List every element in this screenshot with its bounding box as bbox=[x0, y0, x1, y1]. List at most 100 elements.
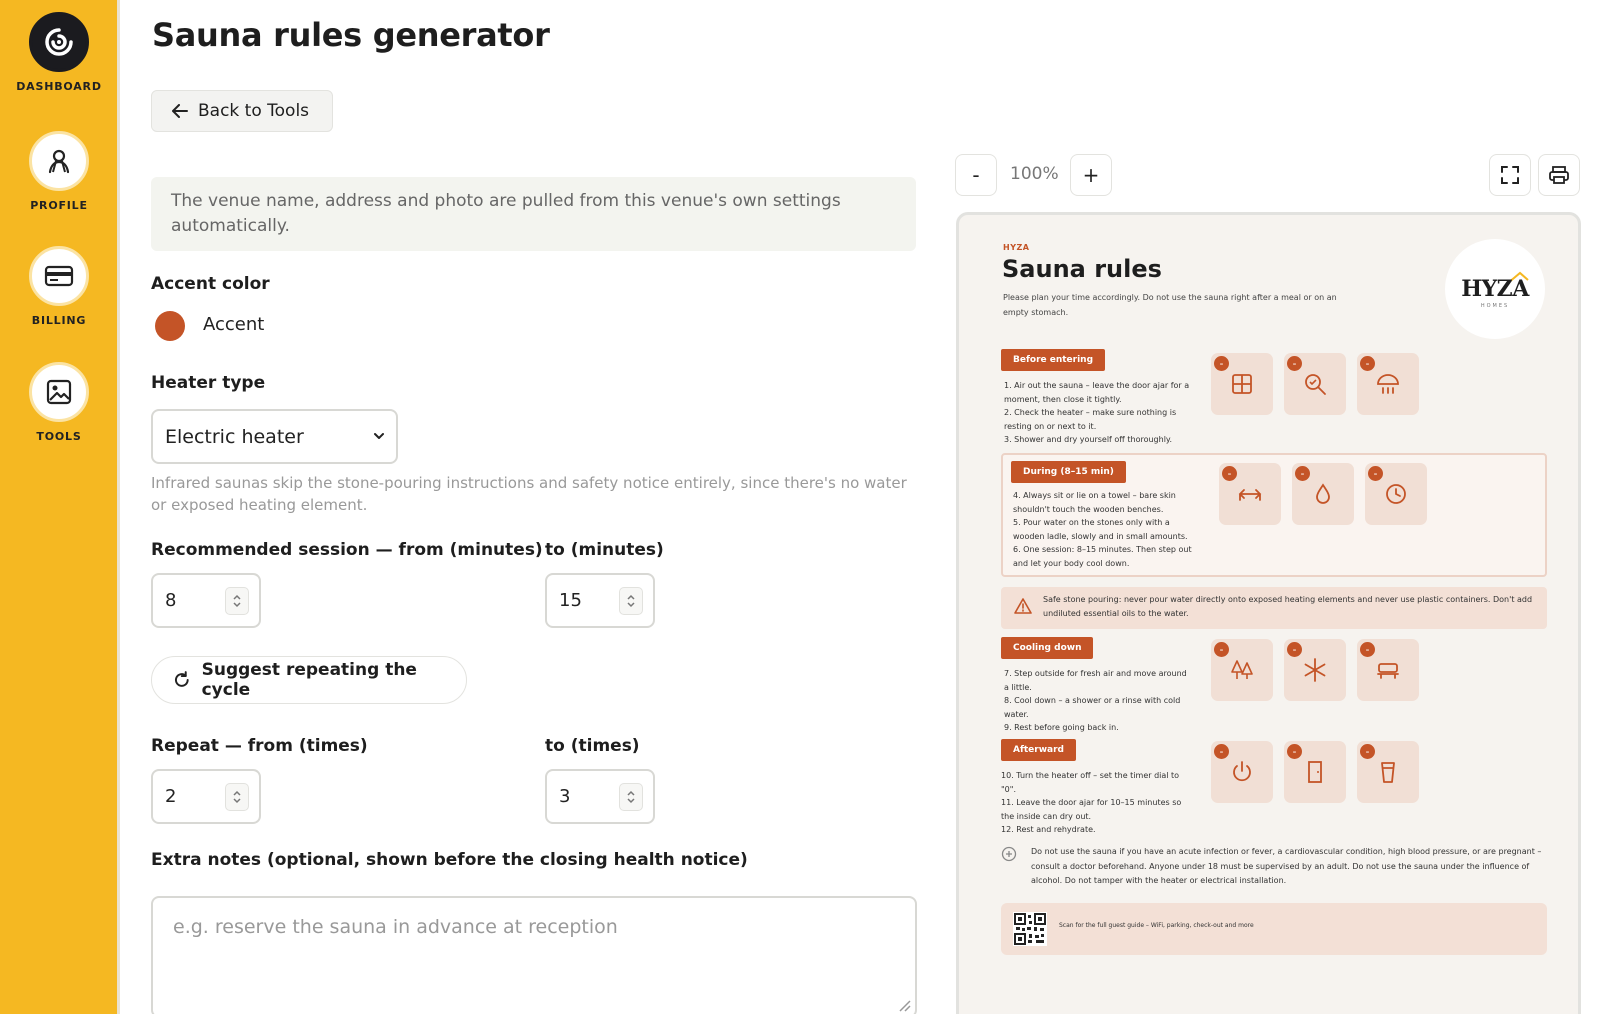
page-title: Sauna rules generator bbox=[152, 16, 550, 54]
section-tag: During (8–15 min) bbox=[1011, 461, 1126, 483]
sidebar-item-label: TOOLS bbox=[36, 430, 82, 443]
sidebar-item-profile[interactable]: PROFILE bbox=[0, 131, 118, 212]
sidebar-item-billing[interactable]: BILLING bbox=[0, 246, 118, 327]
section-tag: Afterward bbox=[1001, 739, 1076, 761]
extra-notes-placeholder: e.g. reserve the sauna in advance at rec… bbox=[173, 916, 618, 938]
refresh-icon bbox=[174, 671, 189, 687]
qr-caption: Scan for the full guest guide – WiFi, pa… bbox=[1059, 922, 1254, 929]
session-from-value: 8 bbox=[165, 590, 177, 611]
zoom-level: 100% bbox=[1010, 164, 1059, 184]
fullscreen-button[interactable] bbox=[1489, 154, 1531, 196]
minus-badge-icon: – bbox=[1287, 356, 1302, 371]
preview-section-before: Before entering 1. Air out the sauna – l… bbox=[1001, 349, 1547, 451]
list-item: 1. Air out the sauna – leave the door aj… bbox=[1004, 381, 1190, 404]
minus-badge-icon: – bbox=[1214, 642, 1229, 657]
preview-logo-text: HYZA bbox=[1461, 275, 1529, 302]
chevron-down-icon bbox=[374, 433, 384, 439]
repeat-from-label: Repeat — from (times) bbox=[151, 736, 368, 756]
session-to-value: 15 bbox=[559, 590, 582, 611]
list-item: 4. Always sit or lie on a towel – bare s… bbox=[1013, 491, 1176, 514]
fullscreen-icon bbox=[1501, 166, 1519, 184]
session-from-input[interactable]: 8 bbox=[151, 573, 261, 628]
minus-badge-icon: – bbox=[1360, 642, 1375, 657]
extra-notes-textarea[interactable]: e.g. reserve the sauna in advance at rec… bbox=[151, 896, 917, 1014]
heater-type-select[interactable]: Electric heater bbox=[151, 409, 398, 464]
sidebar-item-label: DASHBOARD bbox=[16, 80, 102, 93]
trees-icon: – bbox=[1211, 639, 1273, 701]
preview-section-afterward: Afterward 10. Turn the heater off – set … bbox=[1001, 739, 1547, 839]
print-button[interactable] bbox=[1538, 154, 1580, 196]
minus-badge-icon: – bbox=[1360, 744, 1375, 759]
printer-icon bbox=[1549, 166, 1569, 184]
bench-icon: – bbox=[1219, 463, 1281, 525]
number-stepper[interactable] bbox=[619, 783, 643, 811]
repeat-from-input[interactable]: 2 bbox=[151, 769, 261, 824]
water-drop-icon: – bbox=[1292, 463, 1354, 525]
section-list: 10. Turn the heater off – set the timer … bbox=[1001, 769, 1191, 837]
preview-logo-small: HOMES bbox=[1480, 302, 1510, 309]
list-item: 8. Cool down – a shower or a rinse with … bbox=[1004, 696, 1181, 719]
image-icon bbox=[29, 362, 89, 422]
qr-code-icon bbox=[1013, 912, 1047, 946]
accent-color-swatch[interactable] bbox=[155, 311, 185, 341]
info-icon bbox=[1001, 846, 1017, 862]
credit-card-icon bbox=[29, 246, 89, 306]
number-stepper[interactable] bbox=[619, 587, 643, 615]
preview-sheet: HYZA Sauna rules Please plan your time a… bbox=[956, 212, 1581, 1014]
list-item: 9. Rest before going back in. bbox=[1004, 723, 1119, 732]
arrow-left-icon bbox=[172, 104, 188, 118]
sidebar: DASHBOARD PROFILE BILLING TOOLS bbox=[0, 0, 120, 1014]
back-button-label: Back to Tools bbox=[198, 101, 310, 121]
dashboard-logo-icon bbox=[29, 12, 89, 72]
chevron-down-icon bbox=[627, 798, 635, 804]
extra-notes-label: Extra notes (optional, shown before the … bbox=[151, 850, 748, 870]
minus-badge-icon: – bbox=[1287, 642, 1302, 657]
sidebar-item-dashboard[interactable]: DASHBOARD bbox=[0, 12, 118, 93]
chevron-down-icon bbox=[233, 602, 241, 608]
lounger-icon: – bbox=[1357, 639, 1419, 701]
list-item: 6. One session: 8–15 minutes. Then step … bbox=[1013, 545, 1192, 568]
list-item: 12. Rest and rehydrate. bbox=[1001, 825, 1096, 834]
number-stepper[interactable] bbox=[225, 783, 249, 811]
suggest-repeat-label: Suggest repeating the cycle bbox=[201, 660, 417, 700]
heater-type-value: Electric heater bbox=[165, 425, 304, 448]
zoom-in-button[interactable]: + bbox=[1070, 154, 1112, 196]
accent-color-label: Accent color bbox=[151, 274, 270, 294]
minus-badge-icon: – bbox=[1214, 356, 1229, 371]
session-from-label: Recommended session — from (minutes) bbox=[151, 540, 543, 560]
preview-subtitle: Please plan your time accordingly. Do no… bbox=[1003, 293, 1337, 317]
repeat-to-label: to (times) bbox=[545, 736, 640, 756]
minus-badge-icon: – bbox=[1287, 744, 1302, 759]
chevron-up-icon bbox=[627, 594, 635, 600]
power-icon: – bbox=[1211, 741, 1273, 803]
clock-icon: – bbox=[1365, 463, 1427, 525]
minus-badge-icon: – bbox=[1222, 466, 1237, 481]
resize-grip-icon[interactable] bbox=[895, 996, 911, 1012]
preview-section-cooling: Cooling down 7. Step outside for fresh a… bbox=[1001, 637, 1547, 737]
warning-text: Safe stone pouring: never pour water dir… bbox=[1043, 595, 1533, 618]
preview-qr-box: Scan for the full guest guide – WiFi, pa… bbox=[1001, 903, 1547, 955]
list-item: 3. Shower and dry yourself off thoroughl… bbox=[1004, 435, 1173, 444]
accent-color-name: Accent bbox=[203, 314, 265, 335]
section-list: 1. Air out the sauna – leave the door aj… bbox=[1004, 379, 1194, 447]
suggest-repeat-button[interactable]: Suggest repeating the cycle bbox=[151, 656, 467, 704]
minus-badge-icon: – bbox=[1360, 356, 1375, 371]
list-item: 2. Check the heater – make sure nothing … bbox=[1004, 408, 1177, 431]
repeat-to-input[interactable]: 3 bbox=[545, 769, 655, 824]
zoom-out-button[interactable]: - bbox=[955, 154, 997, 196]
back-to-tools-button[interactable]: Back to Tools bbox=[151, 90, 333, 132]
preview-title: Sauna rules bbox=[1002, 255, 1162, 283]
session-to-input[interactable]: 15 bbox=[545, 573, 655, 628]
sidebar-item-tools[interactable]: TOOLS bbox=[0, 362, 118, 443]
number-stepper[interactable] bbox=[225, 587, 249, 615]
chevron-up-icon bbox=[627, 790, 635, 796]
minus-badge-icon: – bbox=[1214, 744, 1229, 759]
door-icon: – bbox=[1284, 741, 1346, 803]
list-item: 5. Pour water on the stones only with a … bbox=[1013, 518, 1188, 541]
sidebar-item-label: BILLING bbox=[31, 314, 87, 327]
chevron-up-icon bbox=[233, 594, 241, 600]
list-item: 10. Turn the heater off – set the timer … bbox=[1001, 771, 1180, 794]
section-list: 4. Always sit or lie on a towel – bare s… bbox=[1013, 489, 1203, 570]
snowflake-icon: – bbox=[1284, 639, 1346, 701]
list-item: 7. Step outside for fresh air and move a… bbox=[1004, 669, 1187, 692]
